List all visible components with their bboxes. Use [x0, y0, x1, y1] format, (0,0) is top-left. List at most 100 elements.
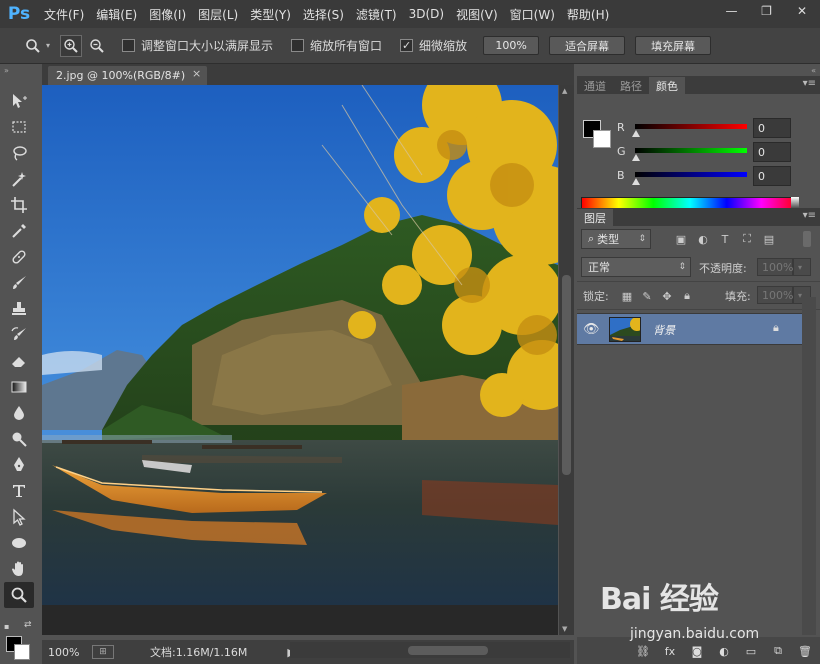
- filter-pixel-icon[interactable]: ▣: [673, 231, 689, 247]
- menu-3d[interactable]: 3D(D): [403, 0, 450, 28]
- blue-slider-handle[interactable]: [632, 178, 640, 185]
- filter-toggle-switch[interactable]: [803, 231, 811, 247]
- fill-input[interactable]: 100%: [757, 286, 793, 304]
- maximize-button[interactable]: ❐: [749, 0, 784, 22]
- filter-smart-object-icon[interactable]: ▤: [761, 231, 777, 247]
- document-size: 文档:1.16M/1.16M: [150, 646, 248, 659]
- lock-position-icon[interactable]: ✥: [659, 288, 675, 304]
- filter-adjustment-icon[interactable]: ◐: [695, 231, 711, 247]
- layer-name[interactable]: 背景: [653, 322, 675, 338]
- delete-layer-icon[interactable]: 🗑︎: [796, 642, 814, 660]
- zoom-out-icon[interactable]: [86, 35, 108, 57]
- layers-scrollbar[interactable]: [802, 297, 816, 635]
- eraser-tool-icon[interactable]: [4, 348, 34, 374]
- marquee-tool-icon[interactable]: [4, 114, 34, 140]
- add-mask-icon[interactable]: ◙: [688, 642, 706, 660]
- zoom-in-icon[interactable]: [60, 34, 83, 57]
- healing-brush-tool-icon[interactable]: [4, 244, 34, 270]
- vertical-scrollbar-thumb[interactable]: [562, 275, 571, 475]
- adjustment-layer-icon[interactable]: ◐: [715, 642, 733, 660]
- gradient-tool-icon[interactable]: [4, 374, 34, 400]
- fill-screen-button[interactable]: 填充屏幕: [635, 36, 712, 55]
- default-colors-icon[interactable]: ▪: [4, 622, 9, 631]
- canvas-area[interactable]: [42, 85, 558, 635]
- preset-dropdown-arrow-icon[interactable]: ▾: [46, 41, 50, 50]
- panel-collapse-icon[interactable]: »: [4, 66, 9, 75]
- green-slider[interactable]: [635, 148, 747, 153]
- new-layer-icon[interactable]: ⧉: [769, 642, 787, 660]
- pen-tool-icon[interactable]: [4, 452, 34, 478]
- ellipse-tool-icon[interactable]: [4, 530, 34, 556]
- fit-screen-button[interactable]: 适合屏幕: [549, 36, 626, 55]
- blend-mode-dropdown[interactable]: 正常 ⇕: [581, 257, 691, 277]
- layer-style-icon[interactable]: fx: [661, 642, 679, 660]
- opacity-dropdown-icon[interactable]: ▾: [793, 258, 811, 276]
- history-brush-tool-icon[interactable]: [4, 322, 34, 348]
- link-layers-icon[interactable]: ⛓: [634, 642, 652, 660]
- lock-pixels-icon[interactable]: ✎: [639, 288, 655, 304]
- red-slider-handle[interactable]: [632, 130, 640, 137]
- zoom-tool-preset-icon[interactable]: [22, 35, 44, 57]
- menu-type[interactable]: 类型(Y): [244, 0, 297, 28]
- scrubby-zoom-checkbox[interactable]: ✓: [400, 39, 414, 52]
- lasso-tool-icon[interactable]: [4, 140, 34, 166]
- menu-view[interactable]: 视图(V): [450, 0, 504, 28]
- document-tab[interactable]: 2.jpg @ 100%(RGB/8#) ×: [48, 66, 208, 85]
- resize-windows-checkbox[interactable]: [122, 39, 136, 52]
- background-color-swatch[interactable]: [14, 644, 30, 660]
- menu-help[interactable]: 帮助(H): [561, 0, 615, 28]
- fill-label: 填充:: [725, 290, 751, 303]
- green-value-input[interactable]: 0: [753, 142, 791, 162]
- menu-edit[interactable]: 编辑(E): [90, 0, 143, 28]
- horizontal-scrollbar-thumb[interactable]: [408, 646, 488, 655]
- blue-slider[interactable]: [635, 172, 747, 177]
- dodge-tool-icon[interactable]: [4, 426, 34, 452]
- menu-select[interactable]: 选择(S): [297, 0, 350, 28]
- close-button[interactable]: ✕: [784, 0, 820, 22]
- menu-filter[interactable]: 滤镜(T): [350, 0, 403, 28]
- zoom-tool-icon[interactable]: [4, 582, 34, 608]
- new-group-icon[interactable]: ▭: [742, 642, 760, 660]
- layer-row[interactable]: 👁︎ 背景 🔒︎: [577, 313, 802, 345]
- lock-all-icon[interactable]: 🔒︎: [679, 288, 695, 304]
- menu-window[interactable]: 窗口(W): [504, 0, 561, 28]
- red-value-input[interactable]: 0: [753, 118, 791, 138]
- move-tool-icon[interactable]: [4, 88, 34, 114]
- filter-type-icon[interactable]: T: [717, 231, 733, 247]
- filter-shape-icon[interactable]: ⛶: [739, 231, 755, 247]
- panels-collapse-icon[interactable]: «: [811, 66, 816, 75]
- scroll-down-icon[interactable]: ▼: [562, 625, 567, 633]
- eyedropper-tool-icon[interactable]: [4, 218, 34, 244]
- actual-pixels-button[interactable]: 100%: [483, 36, 540, 55]
- type-tool-icon[interactable]: [4, 478, 34, 504]
- hand-tool-icon[interactable]: [4, 556, 34, 582]
- eye-icon[interactable]: 👁︎: [583, 322, 600, 338]
- lock-transparent-icon[interactable]: ▦: [619, 288, 635, 304]
- menu-image[interactable]: 图像(I): [143, 0, 192, 28]
- magic-wand-tool-icon[interactable]: [4, 166, 34, 192]
- blue-label: B: [617, 169, 625, 182]
- blur-tool-icon[interactable]: [4, 400, 34, 426]
- minimize-button[interactable]: —: [714, 0, 749, 22]
- zoom-level-field[interactable]: 100%: [42, 646, 86, 659]
- scroll-up-icon[interactable]: ▲: [562, 87, 567, 95]
- background-color-box[interactable]: [593, 130, 611, 148]
- close-tab-icon[interactable]: ×: [192, 67, 201, 80]
- clone-stamp-tool-icon[interactable]: [4, 296, 34, 322]
- layer-filter-kind-dropdown[interactable]: ⌕ 类型 ⇕: [581, 229, 651, 249]
- brush-tool-icon[interactable]: [4, 270, 34, 296]
- path-selection-tool-icon[interactable]: [4, 504, 34, 530]
- horizontal-scrollbar[interactable]: [290, 642, 570, 658]
- swap-colors-icon[interactable]: ⇄: [24, 620, 32, 630]
- blue-value-input[interactable]: 0: [753, 166, 791, 186]
- red-slider[interactable]: [635, 124, 747, 129]
- menu-layer[interactable]: 图层(L): [192, 0, 244, 28]
- vertical-scrollbar[interactable]: ▲ ▼: [559, 85, 574, 635]
- crop-tool-icon[interactable]: [4, 192, 34, 218]
- opacity-input[interactable]: 100%: [757, 258, 793, 276]
- status-preview-icon[interactable]: ⊞: [92, 645, 114, 659]
- green-slider-handle[interactable]: [632, 154, 640, 161]
- menu-file[interactable]: 文件(F): [38, 0, 90, 28]
- document-image[interactable]: [42, 85, 558, 605]
- zoom-all-windows-checkbox[interactable]: [291, 39, 305, 52]
